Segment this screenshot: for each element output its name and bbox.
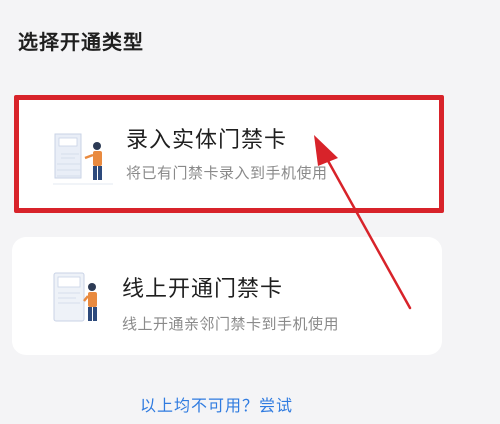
option-card-online-card[interactable]: 线上开通门禁卡 线上开通亲邻门禁卡到手机使用: [12, 237, 442, 355]
option-subtitle: 将已有门禁卡录入到手机使用: [126, 164, 328, 182]
option-subtitle: 线上开通亲邻门禁卡到手机使用: [122, 315, 340, 333]
option-title: 录入实体门禁卡: [126, 128, 288, 153]
phone-person-illustration-icon: [53, 272, 97, 322]
card-reader-illustration-icon: [53, 133, 113, 185]
option-title: 线上开通门禁卡: [122, 277, 284, 302]
option-card-physical-card[interactable]: 录入实体门禁卡 将已有门禁卡录入到手机使用: [14, 95, 444, 213]
page-title: 选择开通类型: [18, 30, 144, 54]
fallback-link[interactable]: 以上均不可用？尝试: [140, 392, 293, 416]
